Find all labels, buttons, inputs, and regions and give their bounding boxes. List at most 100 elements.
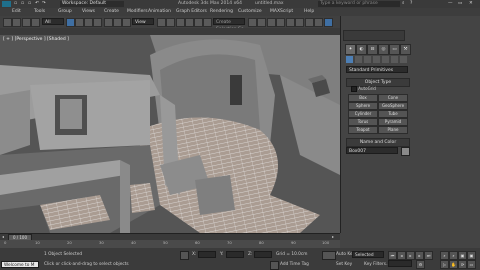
percent-snap-icon[interactable]	[194, 18, 203, 27]
menu-create[interactable]: Create	[104, 9, 119, 15]
menu-help[interactable]: Help	[304, 9, 314, 15]
previous-frame-icon[interactable]: ◂	[397, 251, 406, 260]
cylinder-button[interactable]: Cylinder	[348, 110, 378, 118]
app-logo-icon[interactable]	[2, 1, 11, 7]
menu-tools[interactable]: Tools	[34, 9, 45, 15]
graphite-toggle-icon[interactable]	[276, 18, 285, 27]
align-icon[interactable]	[257, 18, 266, 27]
helpers-icon[interactable]	[382, 56, 389, 63]
create-tab[interactable]: ✦	[345, 44, 356, 55]
frame-right-arrow-icon[interactable]: ▸	[332, 234, 334, 239]
lights-icon[interactable]	[364, 56, 371, 63]
systems-icon[interactable]	[400, 56, 407, 63]
torus-button[interactable]: Torus	[348, 118, 378, 126]
box-button[interactable]: Box	[348, 94, 378, 102]
perspective-viewport[interactable]: [ + ] [Perspective ] [Shaded ]	[0, 35, 340, 233]
unlink-icon[interactable]	[31, 18, 40, 27]
time-tag-icon[interactable]	[270, 261, 279, 270]
redo-icon[interactable]	[12, 18, 21, 27]
snaps-toggle-icon[interactable]	[176, 18, 185, 27]
pyramid-button[interactable]: Pyramid	[378, 118, 408, 126]
display-tab[interactable]: ▭	[389, 44, 400, 55]
select-object-icon[interactable]	[66, 18, 75, 27]
go-to-start-icon[interactable]: ⏮	[388, 251, 397, 260]
set-key-button[interactable]: Set Key	[336, 262, 352, 267]
minimize-icon[interactable]: —	[448, 1, 453, 7]
maxscript-listener[interactable]: Welcome to M	[1, 261, 39, 268]
menu-edit[interactable]: Edit	[12, 9, 21, 15]
shapes-icon[interactable]	[355, 56, 362, 63]
go-to-end-icon[interactable]: ⏭	[424, 251, 433, 260]
hierarchy-tab[interactable]: ⊟	[367, 44, 378, 55]
set-key-mode-icon[interactable]	[322, 251, 336, 260]
autogrid-checkbox[interactable]: AutoGrid	[351, 86, 376, 92]
selection-filter-dropdown[interactable]: All	[42, 18, 64, 25]
undo-icon[interactable]: ↶	[35, 1, 39, 7]
workspace-dropdown[interactable]: Workspace: Default	[60, 1, 124, 7]
menu-modifiers[interactable]: Modifiers	[127, 9, 148, 15]
rotate-icon[interactable]	[113, 18, 122, 27]
cameras-icon[interactable]	[373, 56, 380, 63]
pivot-center-icon[interactable]	[157, 18, 166, 27]
rectangular-selection-icon[interactable]	[84, 18, 93, 27]
utilities-tab[interactable]: ⚒	[400, 44, 411, 55]
plane-button[interactable]: Plane	[378, 126, 408, 134]
x-coord-field[interactable]	[198, 251, 216, 258]
render-setup-icon[interactable]	[314, 18, 323, 27]
add-time-tag[interactable]: Add Time Tag	[280, 262, 309, 267]
menu-maxscript[interactable]: MAXScript	[270, 9, 293, 15]
teapot-button[interactable]: Teapot	[348, 126, 378, 134]
menu-customize[interactable]: Customize	[238, 9, 262, 15]
menu-graph-editors[interactable]: Graph Editors	[176, 9, 207, 15]
menu-group[interactable]: Group	[58, 9, 72, 15]
window-crossing-icon[interactable]	[93, 18, 102, 27]
close-icon[interactable]: ✕	[469, 1, 473, 7]
cone-button[interactable]: Cone	[378, 94, 408, 102]
menu-animation[interactable]: Animation	[148, 9, 171, 15]
menu-views[interactable]: Views	[82, 9, 95, 15]
undo-icon[interactable]	[3, 18, 12, 27]
checkbox-icon[interactable]	[351, 86, 357, 92]
scale-icon[interactable]	[122, 18, 131, 27]
search-icon[interactable]: ⌕	[402, 1, 405, 7]
zoom-all-icon[interactable]: ⌕	[449, 251, 458, 260]
frame-left-arrow-icon[interactable]: ◂	[2, 234, 4, 239]
render-frame-icon[interactable]	[324, 18, 333, 27]
move-icon[interactable]	[104, 18, 113, 27]
quick-access-save-icon[interactable]: ▫	[28, 1, 31, 7]
tube-button[interactable]: Tube	[378, 110, 408, 118]
quick-access-new-icon[interactable]: ▫	[14, 1, 17, 7]
material-editor-icon[interactable]	[305, 18, 314, 27]
zoom-extents-icon[interactable]: ▣	[458, 251, 467, 260]
angle-snap-icon[interactable]	[185, 18, 194, 27]
maximize-viewport-icon[interactable]: ▭	[467, 260, 476, 269]
spinner-snap-icon[interactable]	[203, 18, 212, 27]
current-frame-field[interactable]	[388, 260, 412, 267]
quick-access-open-icon[interactable]: ▫	[21, 1, 24, 7]
search-input[interactable]: Type a keyword or phrase	[318, 1, 400, 7]
object-color-swatch[interactable]	[401, 147, 410, 156]
key-selection-dropdown[interactable]: Selected	[352, 251, 384, 258]
object-name-input[interactable]: Box007	[346, 147, 398, 154]
select-by-name-icon[interactable]	[75, 18, 84, 27]
time-config-icon[interactable]: ⚙	[416, 260, 425, 269]
lock-icon[interactable]	[180, 251, 189, 260]
maximize-icon[interactable]: ▭	[458, 1, 462, 7]
layer-manager-icon[interactable]	[267, 18, 276, 27]
reference-coordinate-dropdown[interactable]: View	[132, 18, 154, 25]
mirror-icon[interactable]	[248, 18, 257, 27]
name-color-header[interactable]: Name and Color	[346, 138, 410, 147]
key-filters-button[interactable]: Key Filters...	[364, 262, 390, 267]
redo-icon[interactable]: ↷	[42, 1, 46, 7]
modify-tab[interactable]: ◐	[356, 44, 367, 55]
next-frame-icon[interactable]: ▸	[415, 251, 424, 260]
curve-editor-icon[interactable]	[286, 18, 295, 27]
manipulate-icon[interactable]	[166, 18, 175, 27]
primitive-category-dropdown[interactable]: Standard Primitives	[346, 66, 408, 73]
viewport-label[interactable]: [ + ] [Perspective ] [Shaded ]	[3, 37, 69, 42]
field-of-view-icon[interactable]: ▷	[440, 260, 449, 269]
motion-tab[interactable]: ◎	[378, 44, 389, 55]
geometry-icon[interactable]	[346, 56, 353, 63]
space-warps-icon[interactable]	[391, 56, 398, 63]
y-coord-field[interactable]	[226, 251, 244, 258]
